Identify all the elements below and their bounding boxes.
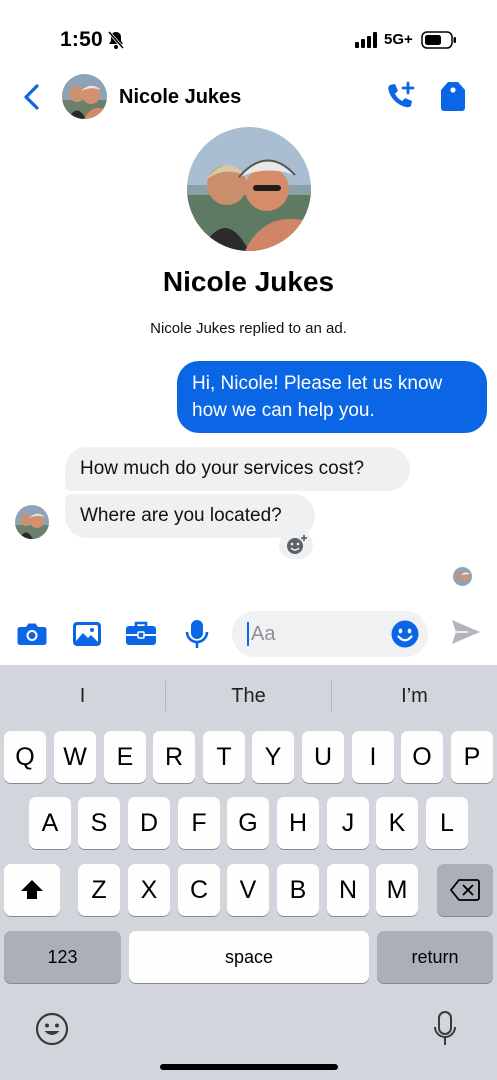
status-bar: 1:50 5G+ [0, 0, 497, 70]
key-m[interactable]: M [376, 864, 418, 916]
briefcase-icon[interactable] [125, 619, 157, 649]
shift-key[interactable] [4, 864, 60, 916]
key-c[interactable]: C [178, 864, 220, 916]
home-indicator [160, 1064, 338, 1070]
emoji-keyboard-icon[interactable] [35, 1012, 69, 1046]
dictation-mic-icon[interactable] [433, 1010, 457, 1048]
status-time: 1:50 [60, 28, 103, 51]
key-b[interactable]: B [277, 864, 319, 916]
add-reaction-icon [287, 535, 307, 554]
key-d[interactable]: D [128, 797, 170, 849]
incoming-message[interactable]: Where are you located? [65, 494, 315, 538]
message-input[interactable] [251, 618, 381, 650]
battery-icon [421, 31, 456, 49]
space-key[interactable]: space [129, 931, 369, 983]
key-n[interactable]: N [327, 864, 369, 916]
key-f[interactable]: F [178, 797, 220, 849]
smiley-icon[interactable] [390, 619, 420, 649]
profile-name: Nicole Jukes [162, 266, 335, 297]
microphone-icon[interactable] [181, 619, 213, 649]
key-y[interactable]: Y [252, 731, 294, 783]
suggestion-item[interactable]: I [0, 665, 165, 727]
key-i[interactable]: I [352, 731, 394, 783]
key-a[interactable]: A [29, 797, 71, 849]
suggestion-item[interactable]: I’m [332, 665, 497, 727]
add-call-icon[interactable] [384, 80, 416, 112]
bell-off-icon [107, 31, 125, 49]
key-w[interactable]: W [54, 731, 96, 783]
backspace-icon [450, 879, 480, 901]
message-composer [0, 605, 497, 663]
key-e[interactable]: E [104, 731, 146, 783]
key-x[interactable]: X [128, 864, 170, 916]
key-g[interactable]: G [227, 797, 269, 849]
tag-icon[interactable] [440, 80, 468, 112]
key-t[interactable]: T [203, 731, 245, 783]
shift-icon [21, 880, 43, 899]
signal-icon [355, 32, 377, 48]
add-reaction-button[interactable] [279, 531, 313, 559]
ad-reply-note: Nicole Jukes replied to an ad. [150, 320, 347, 337]
key-o[interactable]: O [401, 731, 443, 783]
key-l[interactable]: L [426, 797, 468, 849]
chat-header: Nicole Jukes [0, 70, 497, 124]
delete-key[interactable] [437, 864, 493, 916]
network-label: 5G+ [384, 31, 413, 48]
suggestion-item[interactable]: The [166, 665, 331, 727]
avatar[interactable] [62, 74, 107, 119]
image-icon[interactable] [71, 619, 103, 649]
seen-receipt-avatar [453, 567, 472, 586]
return-key[interactable]: return [377, 931, 493, 983]
numbers-key[interactable]: 123 [4, 931, 121, 983]
keyboard: I The I’m Q W E R T Y U I O P A S D F G … [0, 665, 497, 1080]
contact-name[interactable]: Nicole Jukes [119, 86, 241, 109]
camera-icon[interactable] [16, 619, 48, 649]
chevron-left-icon[interactable] [20, 82, 44, 112]
text-caret [247, 622, 249, 646]
send-icon[interactable] [449, 617, 483, 647]
key-v[interactable]: V [227, 864, 269, 916]
message-input-wrapper [232, 611, 428, 657]
key-h[interactable]: H [277, 797, 319, 849]
key-s[interactable]: S [78, 797, 120, 849]
key-k[interactable]: K [376, 797, 418, 849]
suggestion-bar: I The I’m [0, 665, 497, 727]
incoming-message[interactable]: How much do your services cost? [65, 447, 410, 491]
key-q[interactable]: Q [4, 731, 46, 783]
key-u[interactable]: U [302, 731, 344, 783]
key-j[interactable]: J [327, 797, 369, 849]
outgoing-message[interactable]: Hi, Nicole! Please let us know how we ca… [177, 361, 487, 433]
sender-avatar[interactable] [15, 505, 49, 539]
key-p[interactable]: P [451, 731, 493, 783]
key-z[interactable]: Z [78, 864, 120, 916]
key-r[interactable]: R [153, 731, 195, 783]
profile-avatar[interactable] [187, 127, 311, 251]
